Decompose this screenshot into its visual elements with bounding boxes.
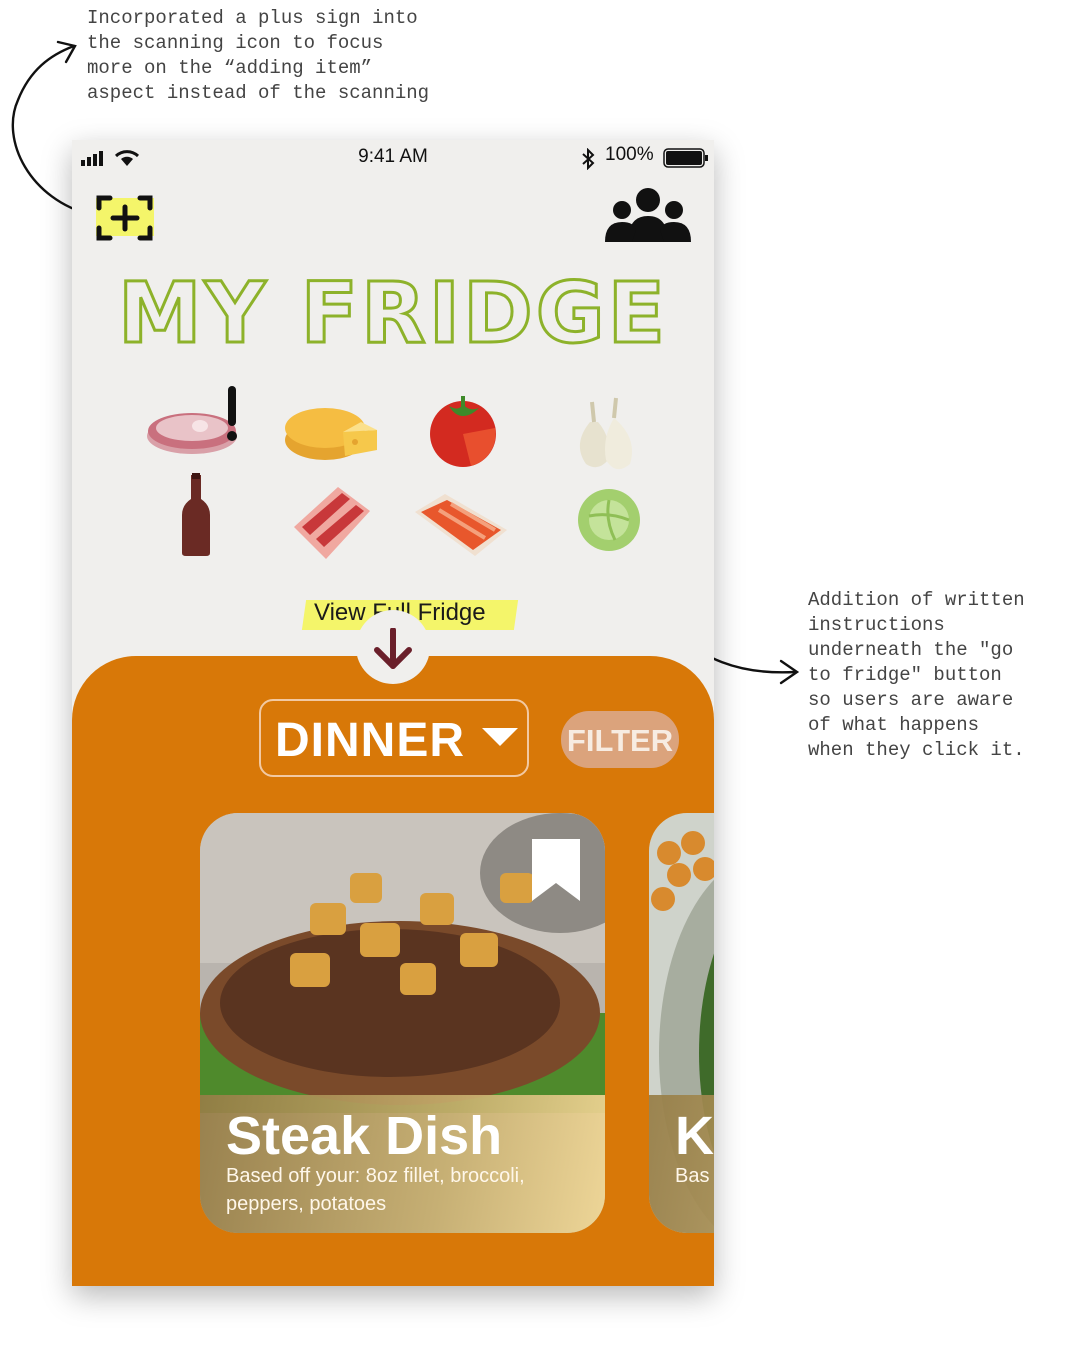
cheese-icon[interactable] <box>283 402 379 464</box>
status-bar: 9:41 AM 100% <box>72 140 714 176</box>
recipe-subtitle: Based off your: 8oz fillet, broccoli, pe… <box>226 1165 525 1215</box>
battery-percent: 100% <box>605 144 654 165</box>
household-button[interactable] <box>602 186 694 244</box>
recipe-card[interactable]: Steak Dish Based off your: 8oz fillet, b… <box>200 813 605 1233</box>
salmon-icon[interactable] <box>411 490 511 560</box>
steak-icon[interactable] <box>144 384 244 460</box>
annotation-scan-note: Incorporated a plus sign into the scanni… <box>87 7 430 104</box>
garlic-icon[interactable] <box>568 394 648 474</box>
bookmark-icon[interactable] <box>532 839 580 901</box>
battery-icon <box>663 148 708 168</box>
tomato-icon[interactable] <box>421 394 507 468</box>
annotation-fridge-note: Addition of written instructions underne… <box>808 589 1025 761</box>
group-icon <box>605 188 691 242</box>
filter-button[interactable]: FILTER <box>561 711 679 768</box>
recipe-subtitle: Bas dre <box>675 1165 714 1187</box>
chevron-down-icon <box>482 728 518 746</box>
arrow-down-icon <box>374 628 412 669</box>
scan-add-button[interactable] <box>96 194 154 242</box>
recipe-title: Steak Dish <box>226 1106 503 1166</box>
recipe-title: Ke <box>675 1106 714 1166</box>
recipe-card[interactable]: Ke Bas dre <box>649 813 714 1233</box>
page-title: MY FRIDGE <box>116 263 669 364</box>
meal-dropdown[interactable]: DINNER <box>259 699 529 777</box>
bluetooth-icon <box>582 148 595 170</box>
phone-screen: 9:41 AM 100% MY FRIDGE View Fridge DINNE… <box>72 140 714 1286</box>
wine-bottle-icon[interactable] <box>178 473 214 557</box>
filter-button-label: FILTER <box>566 723 674 758</box>
meal-dropdown-value: DINNER <box>275 714 466 767</box>
scan-add-icon <box>96 195 153 241</box>
cabbage-icon[interactable] <box>575 486 643 552</box>
open-fridge-button[interactable] <box>356 610 430 684</box>
bacon-icon[interactable] <box>290 483 374 563</box>
